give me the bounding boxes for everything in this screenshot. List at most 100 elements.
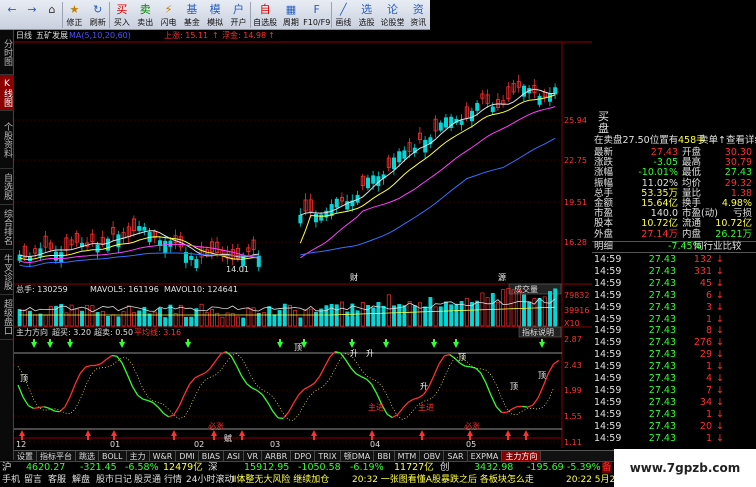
- candle-body: [475, 102, 480, 111]
- volume-bar: [298, 317, 303, 327]
- indicator-tab-13[interactable]: 顿DMA: [341, 450, 375, 462]
- indicator-oscillator-segment: [360, 376, 367, 380]
- indicator-mark: 升: [420, 382, 428, 391]
- volume-bar: [220, 316, 225, 327]
- tick-row: 14:59 27.43 34 ↓: [592, 397, 756, 408]
- volume-bar: [17, 309, 22, 327]
- indicator-tab-1[interactable]: 指标平台: [37, 450, 76, 462]
- indicator-tab-11[interactable]: DPO: [291, 450, 316, 462]
- indicator-tab-5[interactable]: W&R: [150, 450, 177, 462]
- indicator-tab-19[interactable]: 主力方向: [502, 450, 542, 462]
- volume-bar: [345, 311, 350, 327]
- left-tab-4[interactable]: 综合排名: [0, 205, 14, 250]
- date-tick-label: 03: [270, 440, 280, 449]
- toolbar-button-period[interactable]: ▦ 周期: [279, 0, 302, 30]
- toolbar-button-line[interactable]: ╱ 画线: [332, 0, 355, 30]
- indicator-oscillator-segment: [511, 405, 518, 410]
- volume-bar: [371, 307, 376, 327]
- quote-row: 涨幅 -10.01% 最低 27.43: [592, 168, 756, 178]
- toolbar-button-sell[interactable]: 卖卖出: [134, 0, 157, 30]
- toolbar-button-refresh[interactable]: ↻ 刷新: [86, 0, 109, 30]
- indicator-tab-10[interactable]: ARBR: [262, 450, 292, 462]
- toolbar-button-fund[interactable]: 基基金: [180, 0, 203, 30]
- volume-bar: [95, 312, 100, 327]
- left-tab-5[interactable]: 牛叉诊股: [0, 250, 14, 295]
- tick-direction: ↓: [716, 254, 724, 265]
- indicator-mark: 升: [366, 349, 374, 358]
- indicator-tab-3[interactable]: BOLL: [99, 450, 127, 462]
- indicator-oscillator-segment: [449, 354, 456, 359]
- indicator-tab-9[interactable]: VR: [244, 450, 263, 462]
- indicator-mark: 主进: [418, 402, 434, 412]
- left-tab-6[interactable]: 超级盘口: [0, 295, 14, 340]
- status-link-3[interactable]: 解盘: [72, 473, 90, 487]
- volume-mavol5: MAVOL5: 161196: [90, 285, 159, 294]
- toolbar-button-select[interactable]: 选选股: [355, 0, 378, 30]
- toolbar-button-house[interactable]: ⌂: [42, 0, 62, 30]
- kline-chart-area[interactable]: 日线 五矿发展 MA(5,10,20,60) 上涨: 15.11 ↑ 浮金: 14.98 ↑…: [14, 30, 592, 450]
- volume-bar: [449, 304, 454, 327]
- date-tick-label: 02: [194, 440, 204, 449]
- toolbar-button-label: 卖出: [137, 18, 154, 27]
- quote-value: 26.21万: [715, 228, 752, 240]
- toolbar-button-arrow-left[interactable]: ←: [2, 0, 22, 30]
- news-ticker-2[interactable]: 20:32 一张图看懂A股暴跌之后 各板块怎么走: [352, 473, 534, 487]
- indicator-mark: 必涨: [464, 421, 480, 431]
- status-link-5[interactable]: 股灵通: [134, 473, 161, 487]
- indicator-tab-6[interactable]: DMI: [176, 450, 199, 462]
- indicator-tab-4[interactable]: 主力: [127, 450, 150, 462]
- indicator-tab-15[interactable]: MTM: [395, 450, 421, 462]
- indicator-tab-2[interactable]: 跳选: [76, 450, 99, 462]
- tick-time: 14:59: [594, 373, 622, 384]
- indicator-tab-0[interactable]: 设置: [14, 450, 37, 462]
- status-link-1[interactable]: 留言: [24, 473, 42, 487]
- toolbar-button-selfstock[interactable]: 自自选股: [251, 0, 279, 30]
- toolbar-button-account[interactable]: 户开户: [227, 0, 250, 30]
- toolbar-button-buy[interactable]: 买买入: [110, 0, 133, 30]
- toolbar-button-arrow-right[interactable]: →: [22, 0, 42, 30]
- volume-bar: [241, 317, 246, 327]
- toolbar-button-switch[interactable]: F F10/F9: [303, 0, 331, 30]
- ma-line: [300, 88, 556, 216]
- volume-bar: [116, 316, 121, 327]
- indicator-tick-label: 1.99: [564, 386, 582, 395]
- left-tab-0[interactable]: 分时图: [0, 30, 14, 75]
- indicator-tab-18[interactable]: EXPMA: [468, 450, 503, 462]
- toolbar-button-star[interactable]: ★ 修正: [63, 0, 86, 30]
- tick-price: 27.43: [648, 325, 676, 337]
- toolbar-button-simulate[interactable]: 模模拟: [203, 0, 226, 30]
- toolbar-button-flash[interactable]: ⚡ 闪电: [157, 0, 180, 30]
- indicator-tab-7[interactable]: BIAS: [199, 450, 225, 462]
- detail-tab-2[interactable]: 同行业比较: [694, 242, 742, 252]
- tick-time: 14:59: [594, 301, 622, 313]
- status-link-6[interactable]: 行情: [164, 473, 182, 487]
- status-link-4[interactable]: 股市日记: [96, 473, 132, 487]
- status-link-0[interactable]: 手机: [2, 473, 20, 487]
- volume-bar: [178, 304, 183, 327]
- detail-tab-0[interactable]: 明细: [594, 242, 613, 252]
- indicator-mark: 必涨: [208, 421, 224, 431]
- tick-price: 27.43: [648, 337, 676, 349]
- left-tab-2[interactable]: 个股资料: [0, 111, 14, 169]
- indicator-oscillator-segment: [157, 406, 165, 414]
- left-tab-3[interactable]: 自选股: [0, 169, 14, 205]
- news-icon: 资: [412, 3, 424, 16]
- indicator-tab-8[interactable]: ASI: [224, 450, 245, 462]
- news-ticker-1[interactable]: Ⅱ体整无大风险 继续加仓: [232, 473, 329, 487]
- candle-body: [443, 117, 448, 128]
- indicator-tab-14[interactable]: BBI: [374, 450, 395, 462]
- candle-body: [459, 120, 464, 125]
- status-link-2[interactable]: 客服: [48, 473, 66, 487]
- left-tab-1[interactable]: K线图: [0, 75, 14, 111]
- indicator-tab-16[interactable]: OBV: [420, 450, 445, 462]
- tick-price: 27.43: [648, 277, 676, 289]
- volume-bar: [386, 294, 391, 327]
- toolbar-button-news[interactable]: 资资讯: [407, 0, 430, 30]
- tick-price: 27.43: [648, 408, 676, 420]
- toolbar-button-forum[interactable]: 论论股堂: [378, 0, 406, 30]
- sell-signal-arrow: [383, 339, 389, 348]
- indicator-tab-12[interactable]: TRIX: [315, 450, 341, 462]
- indicator-tab-17[interactable]: SAR: [444, 450, 468, 462]
- indicator-oscillator-segment: [428, 375, 435, 388]
- status-link-7[interactable]: 24小时滚动: [186, 473, 233, 487]
